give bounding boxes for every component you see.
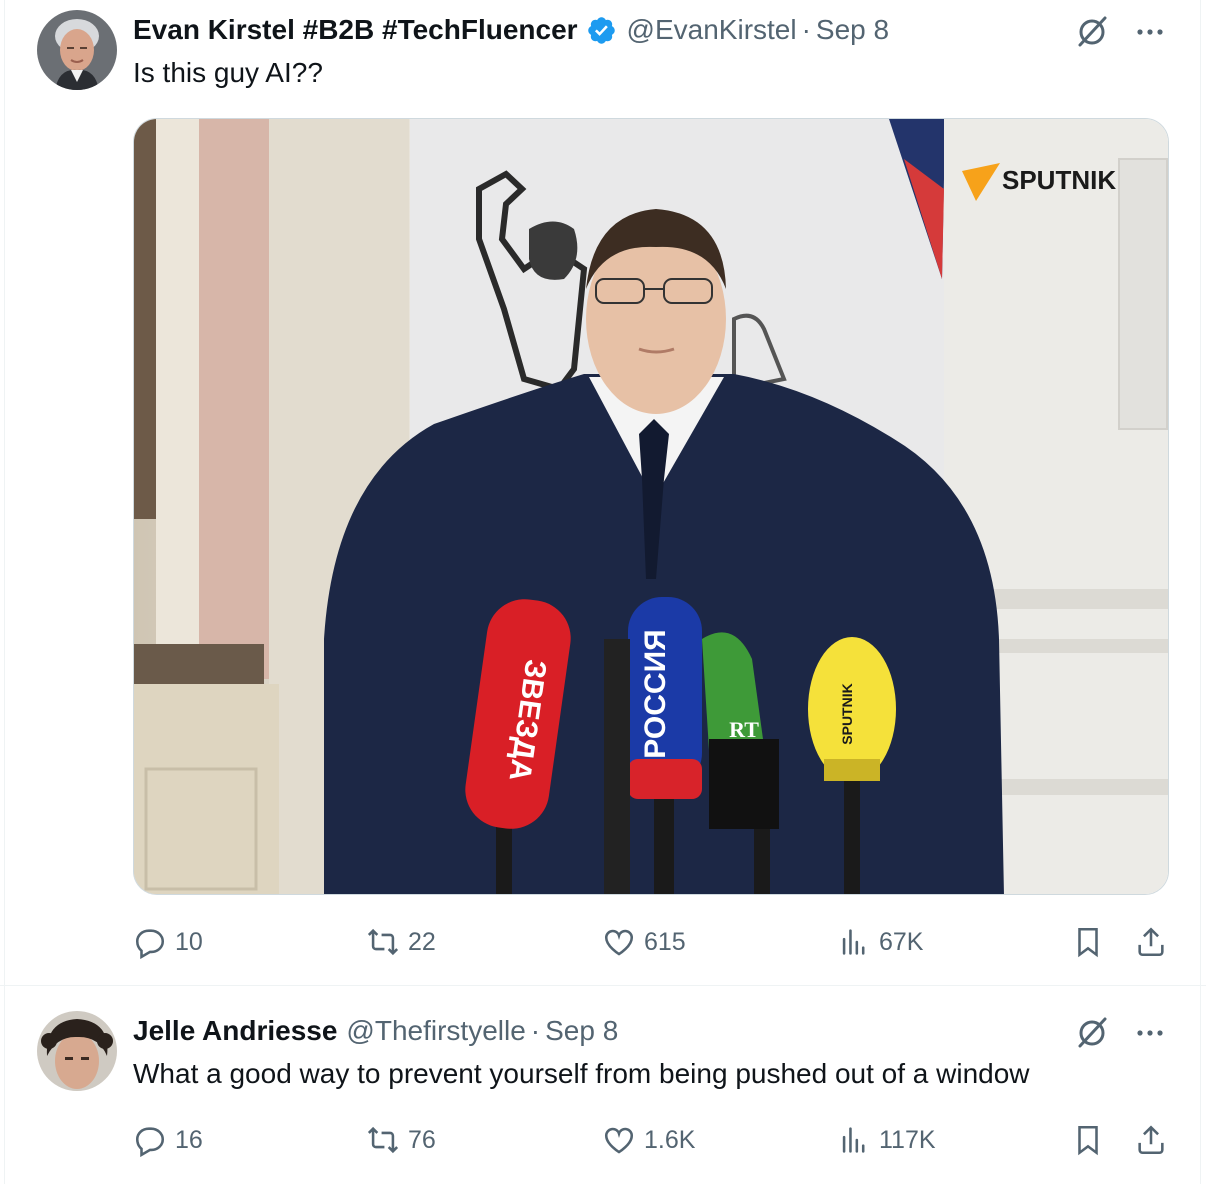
- share-button[interactable]: [1134, 922, 1168, 962]
- mic-label-sputnik: SPUTNIK: [839, 683, 855, 744]
- tweet-actions: 16 76 1.6K 117K: [133, 1120, 1173, 1160]
- reply-icon: [133, 1123, 167, 1158]
- bookmark-icon: [1071, 925, 1105, 959]
- like-button[interactable]: 1.6K: [602, 1120, 695, 1160]
- view-count: 117K: [879, 1125, 936, 1154]
- author-handle[interactable]: @Thefirstyelle: [346, 1015, 525, 1047]
- tweet-top-actions: [1074, 1015, 1168, 1051]
- tweet-photo[interactable]: SPUTNIK ЗВЕЗДА РОССИЯ RT SPUTNIK: [133, 118, 1169, 895]
- views-icon: [837, 1123, 871, 1157]
- author-handle[interactable]: @EvanKirstel: [627, 14, 797, 46]
- repost-button[interactable]: 76: [366, 1120, 436, 1160]
- bookmark-icon: [1071, 1123, 1105, 1157]
- tweet-actions: 10 22 615 67K: [133, 922, 1173, 962]
- more-icon[interactable]: [1132, 1015, 1168, 1051]
- bookmark-button[interactable]: [1071, 922, 1105, 962]
- repost-icon: [366, 925, 400, 959]
- tweet-text: What a good way to prevent yourself from…: [133, 1058, 1030, 1089]
- heart-icon: [602, 925, 636, 959]
- more-icon[interactable]: [1132, 14, 1168, 50]
- avatar[interactable]: [37, 10, 117, 90]
- separator: ·: [530, 1015, 541, 1046]
- share-button[interactable]: [1134, 1120, 1168, 1160]
- repost-icon: [366, 1123, 400, 1157]
- tweet-date[interactable]: Sep 8: [545, 1015, 618, 1047]
- repost-count: 76: [408, 1125, 436, 1154]
- repost-count: 22: [408, 927, 436, 956]
- view-count: 67K: [879, 927, 924, 956]
- tweet-text: Is this guy AI??: [133, 57, 323, 88]
- tweet-top-actions: [1074, 14, 1168, 50]
- like-button[interactable]: 615: [602, 922, 686, 962]
- mic-label-rt: RT: [729, 717, 759, 742]
- views-button[interactable]: 117K: [837, 1120, 936, 1160]
- views-icon: [837, 925, 871, 959]
- tweet-date[interactable]: Sep 8: [816, 14, 889, 46]
- like-count: 615: [644, 927, 686, 956]
- reply-count: 16: [175, 1125, 203, 1154]
- tweet-header: Evan Kirstel #B2B #TechFluencer @EvanKir…: [133, 13, 889, 47]
- views-button[interactable]: 67K: [837, 922, 923, 962]
- bookmark-button[interactable]: [1071, 1120, 1105, 1160]
- reply-count: 10: [175, 927, 203, 956]
- repost-button[interactable]: 22: [366, 922, 436, 962]
- separator: ·: [801, 14, 811, 45]
- sputnik-watermark: SPUTNIK: [1002, 165, 1116, 195]
- tweet-header: Jelle Andriesse @Thefirstyelle · Sep 8: [133, 1014, 618, 1048]
- tweet[interactable]: Evan Kirstel #B2B #TechFluencer @EvanKir…: [0, 0, 1206, 986]
- avatar[interactable]: [37, 1011, 117, 1091]
- tweet[interactable]: Jelle Andriesse @Thefirstyelle · Sep 8 W…: [0, 986, 1206, 1184]
- share-icon: [1134, 925, 1168, 959]
- reply-button[interactable]: 10: [133, 922, 203, 962]
- mic-label-rossiya: РОССИЯ: [639, 629, 672, 758]
- grok-icon[interactable]: [1074, 14, 1110, 50]
- grok-icon[interactable]: [1074, 1015, 1110, 1051]
- author-name[interactable]: Jelle Andriesse: [133, 1015, 337, 1047]
- reply-icon: [133, 925, 167, 960]
- verified-badge-icon: [586, 15, 617, 46]
- author-name[interactable]: Evan Kirstel #B2B #TechFluencer: [133, 14, 578, 46]
- like-count: 1.6K: [644, 1125, 696, 1154]
- reply-button[interactable]: 16: [133, 1120, 203, 1160]
- share-icon: [1134, 1123, 1168, 1157]
- heart-icon: [602, 1123, 636, 1157]
